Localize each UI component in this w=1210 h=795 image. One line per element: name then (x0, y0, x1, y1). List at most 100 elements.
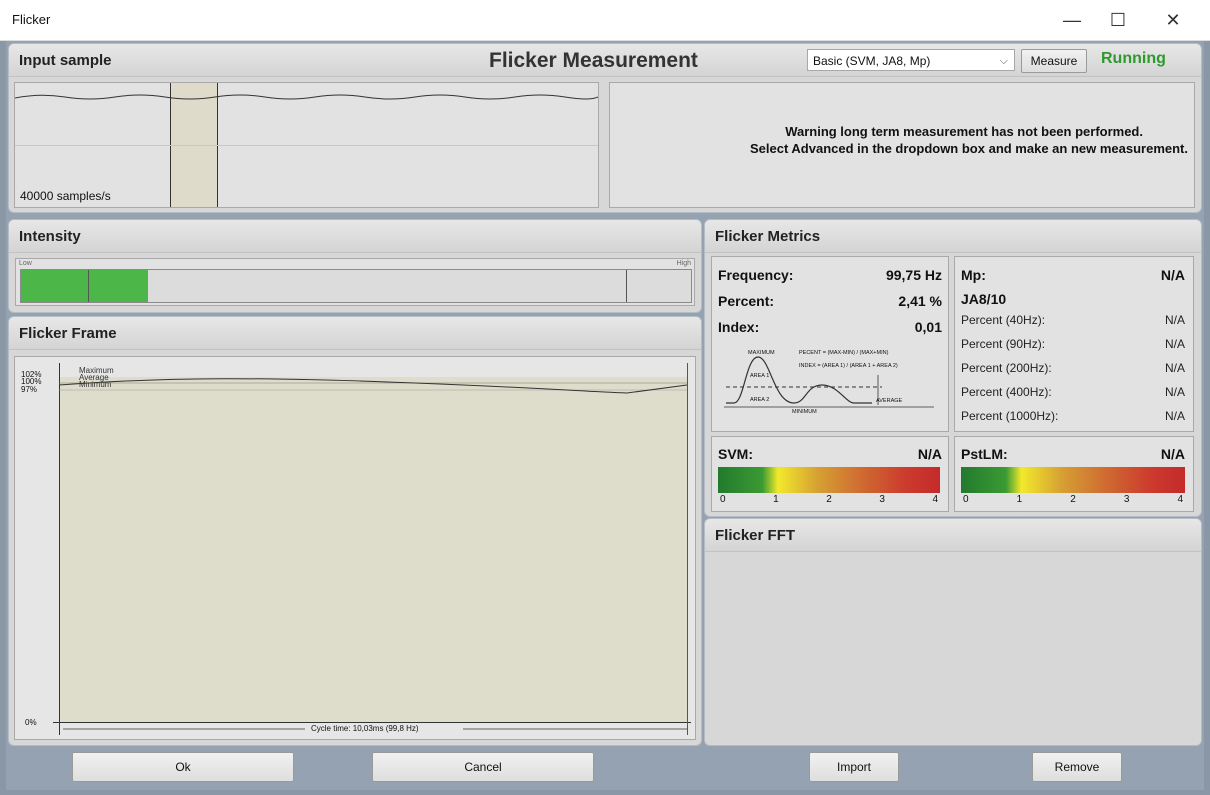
flicker-diagram (724, 356, 934, 408)
measure-button[interactable]: Measure (1021, 49, 1087, 73)
svm-scale-bar (718, 467, 940, 493)
intensity-meter: Low High (15, 258, 695, 306)
flicker-frame-title: Flicker Frame (19, 325, 117, 342)
page-title: Flicker Measurement (489, 49, 698, 72)
ja8-row: Percent (1000Hz): N/A (961, 409, 1185, 433)
ja8-row-value: N/A (1164, 409, 1185, 423)
pstlm-tick: 4 (1177, 494, 1183, 505)
input-waveform: 40000 samples/s (14, 82, 599, 208)
flicker-fft-title: Flicker FFT (715, 527, 796, 544)
intensity-title: Intensity (19, 228, 81, 245)
pstlm-value: N/A (1160, 446, 1185, 462)
ja8-row-label: Percent (1000Hz): (961, 409, 1059, 423)
ja8-row: Percent (400Hz): N/A (961, 385, 1185, 409)
chevron-down-icon: ⌵ (999, 55, 1008, 67)
intensity-high-label: High (676, 260, 691, 267)
svm-label: SVM: (718, 446, 753, 462)
input-sample-title: Input sample (19, 52, 112, 69)
ja8-label: JA8/10 (961, 291, 1007, 307)
svm-box: SVM: N/A 0 1 2 3 4 (711, 436, 949, 512)
mp-label: Mp: (961, 267, 986, 283)
cycle-time-label: Cycle time: 10,03ms (99,8 Hz) (311, 724, 419, 733)
intensity-low-marker (88, 270, 89, 302)
minimize-button[interactable]: — (1049, 0, 1095, 40)
maximize-button[interactable]: ☐ (1095, 0, 1141, 40)
warning-text: Warning long term measurement has not be… (750, 123, 1188, 157)
diagram-index-formula: INDEX = (AREA 1) / (AREA 1 + AREA 2) (799, 363, 898, 369)
frame-curve-svg (58, 378, 688, 730)
pstlm-tick: 0 (963, 494, 969, 505)
sample-rate-label: 40000 samples/s (20, 189, 111, 203)
pstlm-scale-bar (961, 467, 1185, 493)
ja8-row-value: N/A (1164, 313, 1185, 327)
flicker-metrics-panel: Flicker Metrics Frequency: 99,75 Hz Perc… (704, 219, 1202, 517)
warning-line-1: Warning long term measurement has not be… (785, 124, 1143, 139)
intensity-low-label: Low (19, 260, 32, 267)
ja8-row: Percent (90Hz): N/A (961, 337, 1185, 361)
cancel-button[interactable]: Cancel (372, 752, 594, 782)
svm-tick: 2 (826, 494, 832, 505)
fft-plot-area (705, 552, 1201, 745)
diagram-maximum-label: MAXIMUM (748, 350, 775, 356)
ja8-row: Percent (200Hz): N/A (961, 361, 1185, 385)
intensity-high-marker (626, 270, 627, 302)
basic-metrics-box: Frequency: 99,75 Hz Percent: 2,41 % Inde… (711, 256, 949, 432)
flicker-metrics-header: Flicker Metrics (705, 220, 1201, 253)
pstlm-label: PstLM: (961, 446, 1008, 462)
diagram-average-label: AVERAGE (876, 398, 903, 404)
pstlm-box: PstLM: N/A 0 1 2 3 4 (954, 436, 1194, 512)
import-button[interactable]: Import (809, 752, 899, 782)
diagram-area1-label: AREA 1 (750, 373, 770, 379)
flicker-frame-plot: 102% 100% 97% 0% Maximum Average Minimum… (14, 356, 696, 740)
index-label: Index: (718, 319, 760, 335)
ja8-row-label: Percent (400Hz): (961, 385, 1052, 399)
flicker-frame-panel: Flicker Frame 102% 100% 97% 0% Maximum A… (8, 316, 702, 746)
percent-value: 2,41 % (898, 293, 942, 309)
ja8-row-value: N/A (1164, 385, 1185, 399)
ja8-list: Percent (40Hz): N/A Percent (90Hz): N/A Pe… (961, 313, 1185, 433)
ja8-row: Percent (40Hz): N/A (961, 313, 1185, 337)
ja8-row-label: Percent (200Hz): (961, 361, 1052, 375)
diagram-minimum-label: MINIMUM (792, 409, 817, 415)
diagram-percent-formula: PECENT = (MAX-MIN) / (MAX+MIN) (799, 350, 889, 356)
pstlm-tick: 3 (1123, 494, 1130, 505)
ja8-row-label: Percent (40Hz): (961, 313, 1046, 327)
input-sample-header: Input sample Flicker Measurement Basic (… (9, 44, 1201, 77)
flicker-frame-header: Flicker Frame (9, 317, 701, 350)
input-sample-panel: Input sample Flicker Measurement Basic (… (8, 43, 1202, 213)
main-frame: Input sample Flicker Measurement Basic (… (6, 41, 1204, 790)
intensity-track (20, 269, 692, 303)
index-value: 0,01 (914, 319, 942, 335)
ja8-row-label: Percent (90Hz): (961, 337, 1046, 351)
flicker-metrics-title: Flicker Metrics (715, 228, 821, 245)
title-bar: Flicker — ☐ ✕ (0, 0, 1210, 41)
flicker-fft-header: Flicker FFT (705, 519, 1201, 552)
mode-select[interactable]: Basic (SVM, JA8, Mp) ⌵ (807, 49, 1015, 71)
status-label: Running (1101, 50, 1166, 67)
remove-button[interactable]: Remove (1032, 752, 1122, 782)
ja8-row-value: N/A (1164, 337, 1185, 351)
svm-tick: 1 (773, 494, 779, 505)
warning-line-2: Select Advanced in the dropdown box and … (749, 141, 1188, 156)
ok-button[interactable]: Ok (72, 752, 294, 782)
frequency-label: Frequency: (718, 267, 794, 283)
ja8-row-value: N/A (1164, 361, 1185, 375)
flicker-fft-panel: Flicker FFT (704, 518, 1202, 746)
ja8-metrics-box: Mp: N/A JA8/10 Percent (40Hz): N/A Percen… (954, 256, 1194, 432)
intensity-panel: Intensity Low High (8, 219, 702, 313)
svm-tick: 0 (720, 494, 726, 505)
warning-box: Warning long term measurement has not be… (609, 82, 1195, 208)
pstlm-tick: 1 (1016, 494, 1023, 505)
mp-value: N/A (1160, 267, 1185, 283)
pstlm-tick: 2 (1070, 494, 1076, 505)
svm-scale-ticks: 0 1 2 3 4 (718, 494, 940, 508)
waveform-line (15, 94, 598, 100)
mode-select-value: Basic (SVM, JA8, Mp) (813, 54, 931, 68)
frame-waveform (58, 378, 688, 394)
diagram-area2-label: AREA 2 (750, 397, 770, 403)
percent-label: Percent: (718, 293, 775, 309)
close-button[interactable]: ✕ (1150, 0, 1196, 40)
intensity-header: Intensity (9, 220, 701, 253)
svm-tick: 3 (879, 494, 885, 505)
svm-value: N/A (917, 446, 942, 462)
